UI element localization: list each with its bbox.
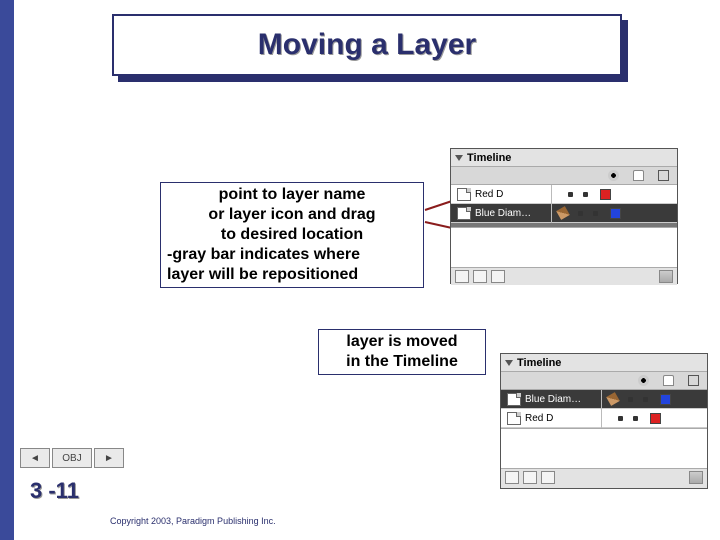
layer-icon[interactable] xyxy=(457,188,471,201)
disclosure-triangle-icon[interactable] xyxy=(455,155,463,161)
layer-icon[interactable] xyxy=(507,412,521,425)
separator xyxy=(551,204,552,223)
panel-titlebar[interactable]: Timeline xyxy=(501,354,707,372)
lock-dot-icon[interactable] xyxy=(643,397,648,402)
lock-dot-icon[interactable] xyxy=(633,416,638,421)
next-button[interactable]: ► xyxy=(94,448,124,468)
outline-color-icon[interactable] xyxy=(658,170,669,181)
separator xyxy=(601,409,602,428)
callout-line: point to layer name xyxy=(167,185,417,205)
callout-drag-instruction: point to layer name or layer icon and dr… xyxy=(160,182,424,288)
page-number: 3 -11 xyxy=(30,478,79,504)
layer-empty-area xyxy=(501,428,707,468)
layer-footer xyxy=(451,267,677,285)
callout-line: -gray bar indicates where xyxy=(167,245,417,265)
lock-icon[interactable] xyxy=(663,375,674,386)
layer-list: Blue Diam… Red D xyxy=(501,390,707,428)
callout-line: or layer icon and drag xyxy=(167,205,417,225)
outline-color-icon[interactable] xyxy=(688,375,699,386)
callout-line: layer is moved xyxy=(325,332,479,352)
add-folder-icon[interactable] xyxy=(491,270,505,283)
layer-row[interactable]: Blue Diam… xyxy=(501,390,707,409)
visibility-icon[interactable] xyxy=(608,170,619,181)
layer-icon[interactable] xyxy=(507,393,521,406)
panel-title-text: Timeline xyxy=(517,357,561,369)
visibility-dot-icon[interactable] xyxy=(568,192,573,197)
timeline-panel-before: Timeline Red D Blue Diam… xyxy=(450,148,678,284)
layer-icon[interactable] xyxy=(457,207,471,220)
layer-row[interactable]: Blue Diam… xyxy=(451,204,677,223)
pencil-icon xyxy=(556,206,570,220)
layer-column-header xyxy=(451,167,677,185)
layer-name[interactable]: Red D xyxy=(475,189,545,200)
layer-empty-area xyxy=(451,227,677,267)
callout-line: in the Timeline xyxy=(325,352,479,372)
lock-dot-icon[interactable] xyxy=(583,192,588,197)
visibility-dot-icon[interactable] xyxy=(628,397,633,402)
callout-line: layer will be repositioned xyxy=(167,265,417,285)
callout-result: layer is moved in the Timeline xyxy=(318,329,486,375)
trash-icon[interactable] xyxy=(689,471,703,484)
slide-nav: ◄ OBJ ► xyxy=(20,448,124,468)
color-swatch[interactable] xyxy=(600,189,611,200)
add-guide-icon[interactable] xyxy=(523,471,537,484)
layer-name[interactable]: Blue Diam… xyxy=(475,208,545,219)
separator xyxy=(551,185,552,204)
layer-row[interactable]: Red D xyxy=(501,409,707,428)
visibility-dot-icon[interactable] xyxy=(618,416,623,421)
color-swatch[interactable] xyxy=(650,413,661,424)
add-folder-icon[interactable] xyxy=(541,471,555,484)
add-guide-icon[interactable] xyxy=(473,270,487,283)
layer-footer xyxy=(501,468,707,486)
layer-name[interactable]: Blue Diam… xyxy=(525,394,595,405)
disclosure-triangle-icon[interactable] xyxy=(505,360,513,366)
lock-icon[interactable] xyxy=(633,170,644,181)
obj-button[interactable]: OBJ xyxy=(52,448,92,468)
callout-line: to desired location xyxy=(167,225,417,245)
title-box: Moving a Layer xyxy=(112,14,622,76)
layer-row[interactable]: Red D xyxy=(451,185,677,204)
layer-column-header xyxy=(501,372,707,390)
insert-layer-icon[interactable] xyxy=(505,471,519,484)
trash-icon[interactable] xyxy=(659,270,673,283)
visibility-dot-icon[interactable] xyxy=(578,211,583,216)
slide-title-container: Moving a Layer xyxy=(112,14,622,82)
panel-titlebar[interactable]: Timeline xyxy=(451,149,677,167)
insert-layer-icon[interactable] xyxy=(455,270,469,283)
timeline-panel-after: Timeline Blue Diam… Red D xyxy=(500,353,708,489)
slide-title: Moving a Layer xyxy=(258,28,476,62)
color-swatch[interactable] xyxy=(660,394,671,405)
separator xyxy=(601,390,602,409)
layer-name[interactable]: Red D xyxy=(525,413,595,424)
pencil-icon xyxy=(606,392,620,406)
copyright-text: Copyright 2003, Paradigm Publishing Inc. xyxy=(110,516,276,526)
color-swatch[interactable] xyxy=(610,208,621,219)
visibility-icon[interactable] xyxy=(638,375,649,386)
layer-list: Red D Blue Diam… xyxy=(451,185,677,227)
lock-dot-icon[interactable] xyxy=(593,211,598,216)
prev-button[interactable]: ◄ xyxy=(20,448,50,468)
left-accent-bar xyxy=(0,0,14,540)
obj-label: OBJ xyxy=(62,453,81,464)
panel-title-text: Timeline xyxy=(467,152,511,164)
